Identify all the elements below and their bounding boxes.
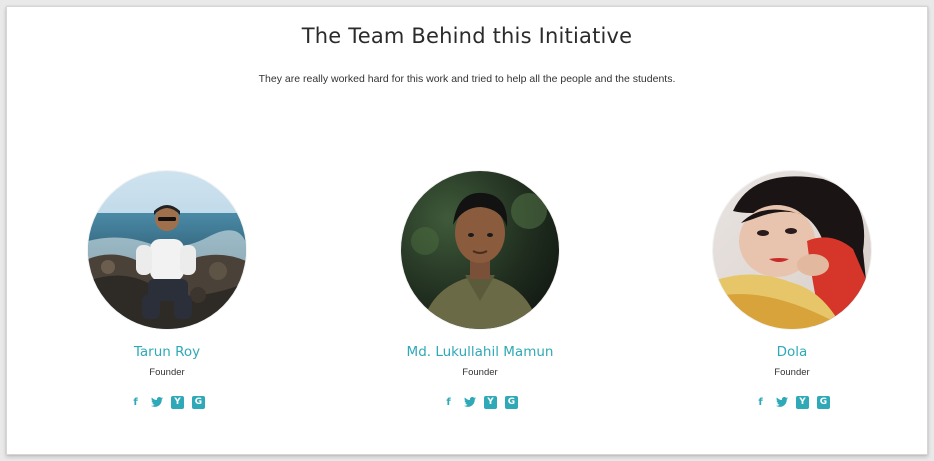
yahoo-icon[interactable]: Y [796,395,809,409]
google-icon[interactable]: G [192,395,205,409]
facebook-icon[interactable]: f [754,396,767,409]
google-icon[interactable]: G [817,395,830,409]
facebook-icon[interactable]: f [442,396,455,409]
facebook-icon[interactable]: f [129,396,142,409]
yahoo-icon[interactable]: Y [171,395,184,409]
avatar [401,171,559,329]
section-subtitle: They are really worked hard for this wor… [258,73,676,85]
member-role: Founder [774,367,810,378]
twitter-icon[interactable] [150,396,163,409]
social-links: f Y G [370,395,590,409]
member-name: Tarun Roy [133,344,201,360]
team-member-card: Dola Founder f Y G [682,171,902,409]
team-section: The Team Behind this Initiative They are… [6,6,928,455]
member-name: Md. Lukullahil Mamun [406,344,554,360]
member-role: Founder [149,367,185,378]
social-links: f Y G [682,395,902,409]
social-links: f Y G [57,395,277,409]
avatar [88,171,246,329]
avatar [713,171,871,329]
twitter-icon[interactable] [775,396,788,409]
team-member-card: Tarun Roy Founder f Y G [57,171,277,409]
member-role: Founder [462,367,498,378]
yahoo-icon[interactable]: Y [484,395,497,409]
twitter-icon[interactable] [463,396,476,409]
google-icon[interactable]: G [505,395,518,409]
member-name: Dola [776,344,808,360]
section-title: The Team Behind this Initiative [301,24,633,48]
team-member-card: Md. Lukullahil Mamun Founder f Y G [370,171,590,409]
